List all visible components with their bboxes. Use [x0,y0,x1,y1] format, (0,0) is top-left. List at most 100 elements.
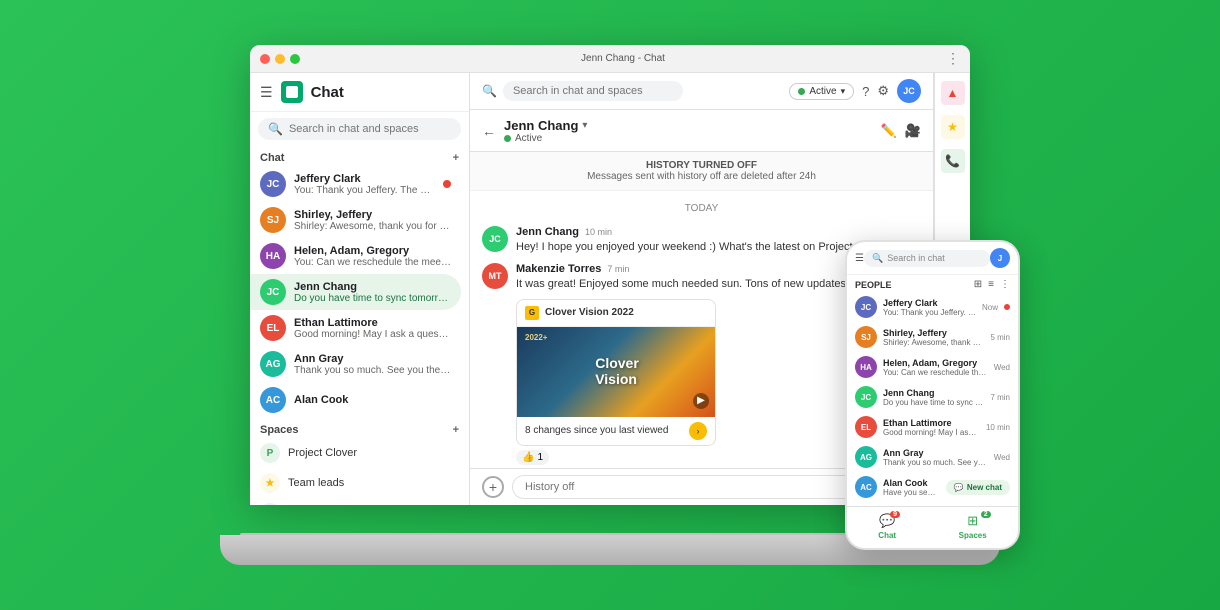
contact-jenn[interactable]: JC Jenn Chang Do you have time to sync t… [250,274,461,310]
phone-contact-helen[interactable]: HA Helen, Adam, Gregory You: Can we resc… [847,352,1018,382]
chat-section-add[interactable]: + [453,152,459,164]
chat-topbar-left: ← Jenn Chang ▾ Active [482,118,587,144]
maximize-dot[interactable] [290,54,300,64]
chevron-down-icon: ▾ [841,86,846,97]
phone-contact-ann[interactable]: AG Ann Gray Thank you so much. See you t… [847,442,1018,472]
drive-icon[interactable]: ▲ [941,81,965,105]
avatar: JC [260,279,286,305]
new-chat-button[interactable]: 💬 New chat [946,480,1010,495]
phone-contact-time: Wed [994,453,1010,462]
close-dot[interactable] [260,54,270,64]
phone: ☰ 🔍 Search in chat J PEOPLE ⊞ ≡ ⋮ JC Jef… [845,240,1020,550]
back-arrow-icon[interactable]: ← [482,123,496,139]
online-status: Active [504,133,587,144]
space-project-clover[interactable]: P Project Clover [250,438,469,468]
chat-topbar: ← Jenn Chang ▾ Active [470,110,933,152]
history-title: HISTORY TURNED OFF [478,160,925,171]
window-menu-icon[interactable]: ⋮ [946,50,960,67]
chat-dropdown-icon[interactable]: ▾ [582,120,587,131]
active-label: Active [515,133,542,144]
date-divider: TODAY [482,199,921,218]
new-chat-label: New chat [967,483,1002,492]
phone-search-icon: 🔍 [872,253,883,264]
spaces-section-add[interactable]: + [453,424,459,436]
space-marketing[interactable]: M Marketing updates [250,498,469,505]
phone-contact-info: Ann Gray Thank you so much. See you ther… [883,448,988,467]
video-icon[interactable]: 🎥 [905,123,921,139]
phone-tab-spaces[interactable]: ⊞ 2 Spaces [959,513,987,540]
card-arrow[interactable]: › [689,422,707,440]
phone-hamburger-icon[interactable]: ☰ [855,253,864,264]
card-attachment[interactable]: G Clover Vision 2022 2022+ CloverVision … [516,299,716,446]
phone-contact-jenn[interactable]: JC Jenn Chang Do you have time to sync t… [847,382,1018,412]
sidebar-search-bar[interactable]: 🔍 [258,118,461,140]
space-icon: P [260,443,280,463]
phone-contact-preview: Have you seen that... See anywhere... [883,488,940,497]
avatar: SJ [260,207,286,233]
space-team-leads[interactable]: ★ Team leads [250,468,469,498]
phone-contact-preview: You: Can we reschedule the meeting for..… [883,368,988,377]
contact-preview: You: Thank you Jeffery. The newele... [294,185,435,196]
phone-contact-name: Jenn Chang [883,388,984,398]
reaction[interactable]: 👍 1 [516,450,549,465]
play-icon[interactable]: ▶ [693,393,709,409]
sidebar-search-input[interactable] [289,123,451,135]
contact-preview: Do you have time to sync tomorrow mor... [294,293,451,304]
phone-sort-icon[interactable]: ⋮ [1000,279,1010,290]
phone-tab-chat[interactable]: 💬 9 Chat [878,513,896,540]
help-icon[interactable]: ? [862,84,869,99]
phone-contact-time: 5 min [990,333,1010,342]
card-image: 2022+ CloverVision ▶ [517,327,716,417]
phone-contact-info: Jeffery Clark You: Thank you Jeffery. Th… [883,298,976,317]
phone-contact-name: Shirley, Jeffery [883,328,984,338]
contact-shirley[interactable]: SJ Shirley, Jeffery Shirley: Awesome, th… [250,202,461,238]
user-avatar[interactable]: JC [897,79,921,103]
keep-icon[interactable]: ★ [941,115,965,139]
contact-alan[interactable]: AC Alan Cook [250,382,461,418]
minimize-dot[interactable] [275,54,285,64]
avatar: AC [260,387,286,413]
phone-chat-label: Chat [878,531,896,540]
header-right: Active ▾ ? ⚙ JC [789,79,921,103]
edit-icon[interactable]: ✏️ [881,123,897,139]
contact-ethan[interactable]: EL Ethan Lattimore Good morning! May I a… [250,310,461,346]
msg-time: 7 min [607,264,629,274]
phone-contact-alan[interactable]: AC Alan Cook Have you seen that... See a… [847,472,1018,502]
contact-preview: Thank you so much. See you there. [294,365,451,376]
phone-list-icon[interactable]: ≡ [988,279,994,290]
hamburger-icon[interactable]: ☰ [260,84,273,101]
phone-contact-ethan[interactable]: EL Ethan Lattimore Good morning! May I a… [847,412,1018,442]
phone-search-placeholder: Search in chat [887,253,945,263]
phone-contact-jeffery[interactable]: JC Jeffery Clark You: Thank you Jeffery.… [847,292,1018,322]
space-name: Project Clover [288,447,357,459]
phone-search-bar[interactable]: 🔍 Search in chat [864,250,990,267]
contact-info: Ethan Lattimore Good morning! May I ask … [294,317,451,340]
title-bar: Jenn Chang - Chat ⋮ [250,45,970,73]
chat-contact-info: Jenn Chang ▾ Active [504,118,587,144]
contact-jeffery[interactable]: JC Jeffery Clark You: Thank you Jeffery.… [250,166,461,202]
contact-ann[interactable]: AG Ann Gray Thank you so much. See you t… [250,346,461,382]
main-search-input[interactable] [503,81,683,101]
contact-info: Helen, Adam, Gregory You: Can we resched… [294,245,451,268]
meet-icon[interactable]: 📞 [941,149,965,173]
phone-grid-icon[interactable]: ⊞ [974,279,982,290]
active-dot [504,135,511,142]
contact-helen[interactable]: HA Helen, Adam, Gregory You: Can we resc… [250,238,461,274]
phone-avatar-shirley: SJ [855,326,877,348]
contact-preview: Shirley: Awesome, thank you for the... [294,221,451,232]
reaction-count: 1 [537,452,543,463]
phone-user-avatar[interactable]: J [990,248,1010,268]
chat-section-header: Chat + [250,146,469,166]
chat-logo-inner [286,86,298,98]
settings-icon[interactable]: ⚙ [877,83,889,99]
msg-name: Makenzie Torres [516,263,601,275]
reaction-emoji: 👍 [522,452,534,463]
phone-contact-shirley[interactable]: SJ Shirley, Jeffery Shirley: Awesome, th… [847,322,1018,352]
notification-dot [443,180,451,188]
new-chat-icon: 💬 [954,483,964,492]
chat-section-label: Chat [260,152,284,164]
phone-spaces-badge: 2 [981,511,991,518]
contact-info: Jeffery Clark You: Thank you Jeffery. Th… [294,173,435,196]
status-pill[interactable]: Active ▾ [789,83,854,100]
add-attachment-button[interactable]: + [482,476,504,498]
